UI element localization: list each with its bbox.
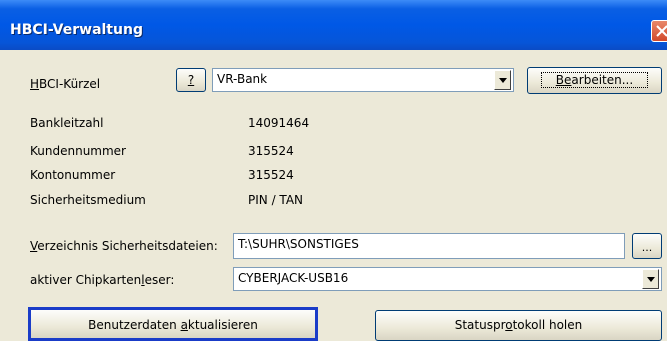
bankleitzahl-label: Bankleitzahl <box>30 116 104 130</box>
window-title: HBCI-Verwaltung <box>10 22 143 38</box>
title-bar[interactable]: HBCI-Verwaltung <box>0 0 667 50</box>
edit-button[interactable]: Bearbeiten... <box>527 67 662 94</box>
kontonummer-value: 315524 <box>248 168 294 182</box>
chipkartenleser-select[interactable]: CYBERJACK-USB16 <box>233 267 662 291</box>
kundennummer-value: 315524 <box>248 144 294 158</box>
chipkartenleser-label: aktiver Chipkartenleser: <box>30 273 175 287</box>
chevron-down-icon[interactable] <box>642 269 659 289</box>
sicherheitsmedium-value: PIN / TAN <box>248 193 304 207</box>
bankleitzahl-value: 14091464 <box>248 116 310 130</box>
sicherheitsmedium-label: Sicherheitsmedium <box>30 193 146 207</box>
verzeichnis-input[interactable]: T:\SUHR\SONSTIGES <box>233 233 625 259</box>
verzeichnis-value: T:\SUHR\SONSTIGES <box>238 237 359 251</box>
help-button[interactable]: ? <box>176 68 206 92</box>
kontonummer-label: Kontonummer <box>30 168 116 182</box>
close-icon <box>656 25 667 37</box>
chevron-down-icon[interactable] <box>494 70 511 90</box>
update-userdata-button[interactable]: Benutzerdaten aktualisieren <box>28 307 318 341</box>
browse-button[interactable]: ... <box>632 233 662 259</box>
hbci-kuerzel-value: VR-Bank <box>217 72 268 86</box>
hbci-kuerzel-label: HBCI-Kürzel <box>30 77 101 91</box>
chipkartenleser-value: CYBERJACK-USB16 <box>238 271 349 285</box>
kundennummer-label: Kundennummer <box>30 144 126 158</box>
hbci-window: HBCI-Verwaltung HBCI-Kürzel ? VR-Bank Be… <box>0 0 667 341</box>
fetch-status-log-button[interactable]: Statusprotokoll holen <box>375 310 662 341</box>
hbci-kuerzel-select[interactable]: VR-Bank <box>212 68 514 92</box>
verzeichnis-label: Verzeichnis Sicherheitsdateien: <box>30 239 218 253</box>
close-button[interactable] <box>651 20 667 42</box>
